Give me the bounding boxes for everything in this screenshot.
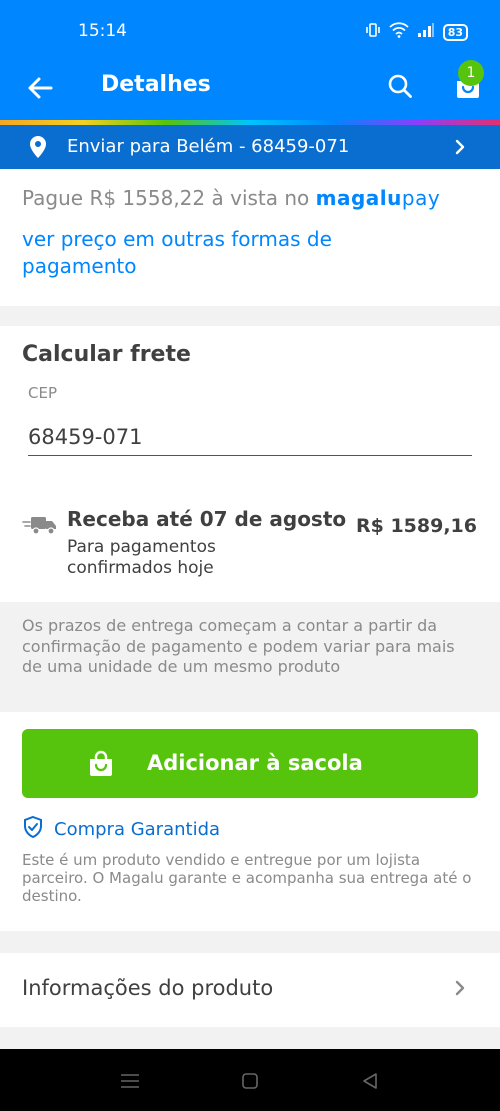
cart-count-badge: 1 [458, 60, 484, 86]
shopping-bag-icon [88, 750, 114, 782]
page-title: Detalhes [101, 72, 211, 97]
shield-check-icon [22, 815, 44, 843]
magalupay-logo: magalupay [315, 186, 441, 210]
signal-icon [417, 22, 435, 42]
purchase-section: Adicionar à sacola Compra Garantida Este… [0, 712, 500, 931]
delivery-truck-icon [22, 514, 58, 540]
add-to-bag-button[interactable]: Adicionar à sacola [22, 729, 478, 798]
product-info-label: Informações do produto [22, 976, 274, 1000]
system-navigation-bar [0, 1049, 500, 1111]
guaranteed-purchase-link[interactable]: Compra Garantida [22, 815, 220, 843]
arrow-left-icon [27, 77, 53, 103]
freight-title: Calcular frete [22, 342, 191, 367]
back-triangle-icon[interactable] [358, 1069, 382, 1093]
back-button[interactable] [22, 72, 58, 108]
chevron-right-icon [453, 138, 467, 160]
cash-price-text: Pague R$ 1558,22 à vista no [22, 186, 316, 210]
app-bar: Detalhes 1 [0, 60, 500, 120]
recent-apps-icon[interactable] [118, 1069, 142, 1093]
guaranteed-purchase-label: Compra Garantida [54, 818, 221, 840]
search-icon [387, 73, 413, 103]
status-icons: 83 [365, 22, 468, 42]
delivery-date-title: Receba até 07 de agosto [67, 507, 347, 531]
add-to-bag-label: Adicionar à sacola [147, 751, 363, 775]
delivery-notice-text: Os prazos de entrega começam a contar a … [22, 616, 455, 676]
cash-price-line: Pague R$ 1558,22 à vista no magalupay [22, 186, 440, 210]
location-pin-icon [28, 135, 48, 163]
other-payment-methods-link[interactable]: ver preço em outras formas de pagamento [22, 226, 442, 280]
delivery-date-subtitle: Para pagamentos confirmados hoje [67, 537, 216, 578]
cep-label: CEP [28, 384, 57, 402]
delivery-location-bar[interactable]: Enviar para Belém - 68459-071 [0, 125, 500, 169]
freight-section: Calcular frete CEP Receba até 07 de agos… [0, 326, 500, 602]
delivery-location-text: Enviar para Belém - 68459-071 [67, 136, 350, 157]
delivery-notice: Os prazos de entrega começam a contar a … [0, 602, 500, 712]
search-button[interactable] [382, 70, 418, 106]
home-icon[interactable] [238, 1069, 262, 1093]
battery-icon: 83 [442, 23, 468, 41]
chevron-right-icon [453, 979, 467, 1001]
payment-section: Pague R$ 1558,22 à vista no magalupay ve… [0, 169, 500, 306]
seller-info-text: Este é um produto vendido e entregue por… [22, 851, 472, 905]
status-time: 15:14 [78, 21, 127, 41]
freight-total-price: R$ 1589,16 [355, 515, 477, 537]
wifi-icon [389, 22, 409, 42]
cep-input[interactable] [28, 418, 472, 456]
vibrate-icon [365, 22, 381, 42]
status-bar: 15:14 83 [0, 0, 500, 62]
product-info-row[interactable]: Informações do produto [0, 953, 500, 1027]
